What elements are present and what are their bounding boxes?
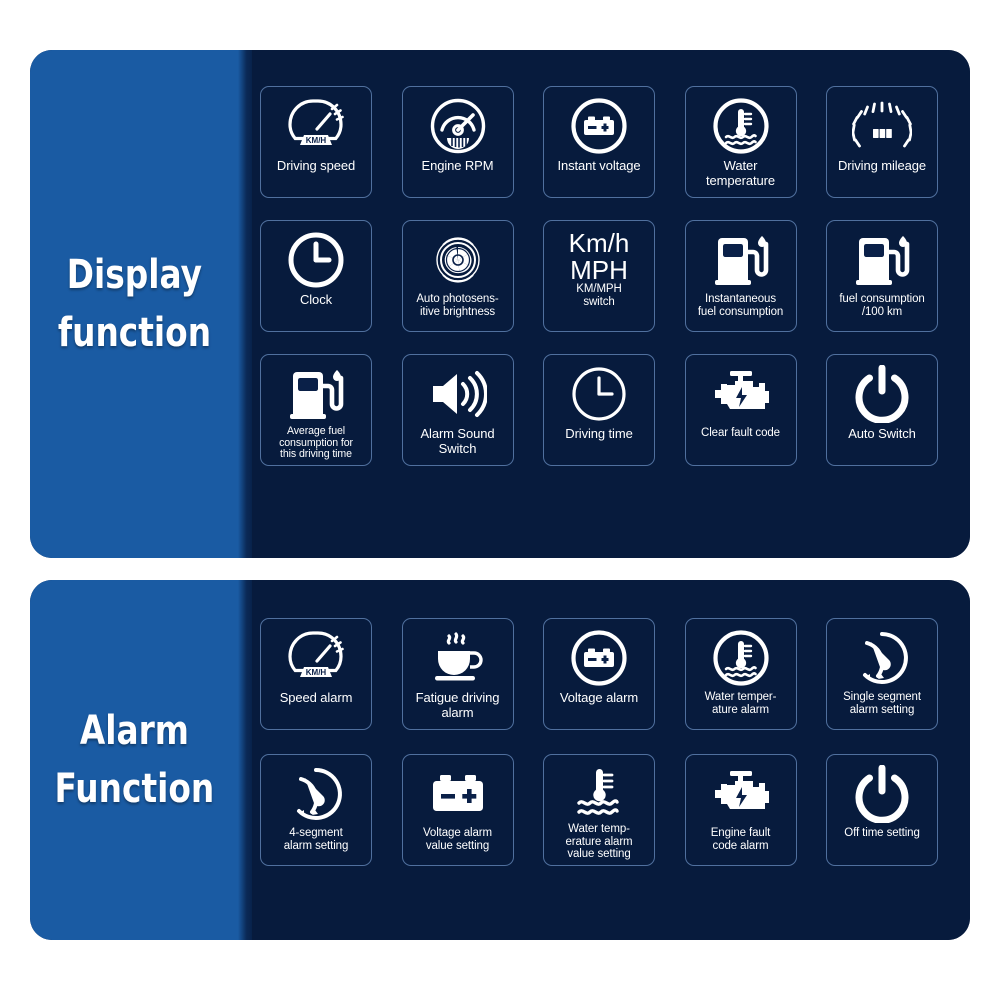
feature-tile[interactable]: KM/H Speed alarm (260, 618, 372, 730)
feature-tile-label: Instant voltage (557, 158, 641, 173)
feature-row-3: Average fuel consumption for this drivin… (246, 354, 952, 466)
feature-tile[interactable]: Engine fault code alarm (684, 754, 797, 866)
display-function-panel: Display function KM/H Driving speed Engi… (30, 50, 970, 558)
feature-tile-label: Driving mileage (837, 158, 927, 173)
driving-time-clock-icon (570, 363, 628, 425)
feature-tile-label: Engine RPM (421, 158, 494, 173)
feature-tile[interactable]: Auto Switch (826, 354, 938, 466)
feature-tile[interactable]: Water temperature (684, 86, 797, 198)
feature-tile-label: Clear fault code (701, 427, 780, 439)
feature-tile-label: Auto Switch (848, 426, 916, 441)
alarm-function-title-line-1: Alarm (79, 708, 189, 754)
feature-tile[interactable]: Single segment alarm setting (826, 618, 938, 730)
alarm-function-side-banner: Alarm Function (30, 580, 252, 940)
feature-row-1: KM/H Driving speed Engine RPM Instant vo… (246, 86, 952, 198)
feature-tile[interactable]: Driving time (543, 354, 655, 466)
water-temperature-circle-icon (712, 627, 770, 689)
feature-tile[interactable]: Auto photosens- itive brightness (401, 220, 514, 332)
feature-tile[interactable]: Alarm Sound Switch (401, 354, 514, 466)
alarm-function-panel: Alarm Function KM/H Speed alarm Fatigue … (30, 580, 970, 940)
battery-circle-icon (570, 627, 628, 689)
feature-tile[interactable]: Off time setting (826, 754, 938, 866)
odometer-icon (852, 95, 912, 157)
feature-tile-label: Off time setting (844, 827, 920, 839)
feature-tile[interactable]: 4-segment alarm setting (260, 754, 372, 866)
feature-tile[interactable]: Instantaneous fuel consumption (684, 220, 797, 332)
alarm-function-title: Alarm Function (54, 702, 214, 818)
feature-tile-label: Instantaneous fuel consumption (697, 293, 784, 318)
display-function-grid: KM/H Driving speed Engine RPM Instant vo… (238, 50, 970, 558)
feature-tile[interactable]: Instant voltage (543, 86, 655, 198)
engine-rpm-gauge-icon (429, 95, 487, 157)
water-temperature-circle-icon (712, 95, 770, 157)
feature-row-1: KM/H Speed alarm Fatigue driving alarm V… (246, 618, 952, 730)
alarm-function-grid: KM/H Speed alarm Fatigue driving alarm V… (238, 580, 970, 940)
feature-tile-label: Average fuel consumption for this drivin… (279, 425, 353, 461)
feature-tile[interactable]: Voltage alarm value setting (401, 754, 514, 866)
svg-text:KM/H: KM/H (306, 136, 327, 145)
single-segment-gauge-icon (853, 627, 911, 689)
feature-tile[interactable]: Km/h MPH KM/MPH switch (543, 220, 655, 332)
fuel-pump-icon (287, 363, 345, 424)
battery-plain-icon (430, 763, 486, 825)
feature-tile-label: KM/MPH switch (576, 283, 622, 308)
power-switch-icon (854, 763, 910, 825)
speedometer-kmh-icon: KM/H (286, 95, 346, 157)
feature-tile-label: 4-segment alarm setting (283, 827, 349, 852)
feature-tile-label: Water temp- erature alarm value setting (565, 823, 633, 861)
feature-tile[interactable]: Fatigue driving alarm (401, 618, 514, 730)
feature-tile[interactable]: Average fuel consumption for this drivin… (260, 354, 372, 466)
feature-row-2: Clock Auto photosens- itive brightness Km… (246, 220, 952, 332)
power-switch-icon (854, 363, 910, 425)
feature-tile-label: Single segment alarm setting (843, 691, 921, 716)
feature-tile-label: Alarm Sound Switch (420, 426, 495, 456)
feature-tile[interactable]: fuel consumption /100 km (826, 220, 938, 332)
kmh-mph-text-icon: Km/h MPH (568, 228, 630, 285)
feature-tile-label: Auto photosens- itive brightness (416, 293, 499, 318)
display-function-title: Display function (57, 246, 210, 362)
battery-circle-icon (570, 95, 628, 157)
engine-fault-icon (711, 363, 771, 425)
feature-tile-label: Fatigue driving alarm (415, 690, 500, 720)
feature-tile[interactable]: Engine RPM (401, 86, 514, 198)
feature-tile-label: Water temper- ature alarm (704, 691, 777, 716)
feature-tile-label: Engine fault code alarm (710, 827, 771, 852)
display-function-title-line-2: function (57, 310, 211, 356)
feature-tile[interactable]: Clear fault code (684, 354, 797, 466)
clock-icon (287, 229, 345, 291)
feature-tile[interactable]: Water temper- ature alarm (684, 618, 797, 730)
display-function-title-line-1: Display (66, 252, 202, 298)
feature-tile[interactable]: Water temp- erature alarm value setting (543, 754, 655, 866)
feature-tile[interactable]: Driving mileage (826, 86, 938, 198)
feature-tile-label: Water temperature (706, 158, 775, 188)
feature-row-2: 4-segment alarm setting Voltage alarm va… (246, 754, 952, 866)
single-segment-gauge-icon (287, 763, 345, 825)
feature-tile-label: Clock (299, 292, 332, 307)
feature-tile-label: Driving speed (276, 158, 356, 173)
product-feature-infographic: Display function KM/H Driving speed Engi… (0, 0, 1000, 1000)
photosensor-iris-icon (429, 229, 487, 291)
coffee-cup-icon (428, 627, 488, 689)
feature-tile[interactable]: KM/H Driving speed (260, 86, 372, 198)
speaker-alarm-icon (429, 363, 487, 425)
speedometer-kmh-icon: KM/H (286, 627, 346, 689)
feature-tile[interactable]: Clock (260, 220, 372, 332)
display-function-side-banner: Display function (30, 50, 252, 558)
alarm-function-title-line-2: Function (54, 766, 214, 812)
fuel-pump-icon (853, 229, 911, 291)
svg-text:KM/H: KM/H (306, 668, 327, 677)
feature-tile-label: Speed alarm (279, 690, 353, 705)
water-temperature-plain-icon (571, 763, 627, 821)
feature-tile[interactable]: Voltage alarm (543, 618, 655, 730)
feature-tile-label: Voltage alarm value setting (422, 827, 493, 852)
feature-tile-label: fuel consumption /100 km (839, 293, 925, 318)
feature-tile-label: Driving time (565, 426, 633, 441)
feature-tile-label: Voltage alarm (559, 690, 639, 705)
fuel-pump-icon (712, 229, 770, 291)
engine-fault-icon (711, 763, 771, 825)
